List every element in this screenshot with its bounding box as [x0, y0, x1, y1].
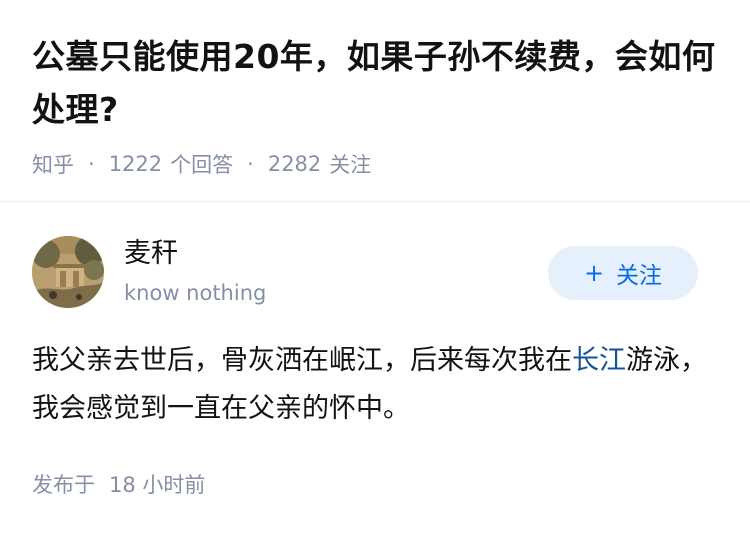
- question-meta: 知乎 · 1222 个回答 · 2282 关注: [32, 148, 722, 180]
- follow-button-label: 关注: [616, 263, 663, 289]
- answer-time: 发布于 18 小时前: [32, 469, 205, 501]
- answer-author: 麦秆 know nothing + 关注: [32, 236, 698, 312]
- author-name[interactable]: 麦秆: [124, 236, 178, 272]
- source-link[interactable]: 知乎: [32, 149, 74, 179]
- meta-separator: ·: [88, 152, 95, 176]
- plus-icon: +: [583, 259, 605, 287]
- landscape-painting-avatar-icon: [32, 236, 104, 308]
- section-divider: [0, 201, 750, 202]
- published-time: 18 小时前: [109, 473, 206, 497]
- answer-text-before-link: 我父亲去世后，骨灰洒在岷江，后来每次我在: [32, 345, 572, 376]
- meta-separator: ·: [247, 152, 254, 176]
- published-label: 发布于: [32, 473, 95, 497]
- answer-count: 1222: [108, 152, 163, 176]
- follower-count-label: 关注: [329, 153, 372, 177]
- question-title[interactable]: 公墓只能使用20年，如果子孙不续费，会如何处理?: [32, 30, 722, 136]
- answer-content: 我父亲去世后，骨灰洒在岷江，后来每次我在长江游泳，我会感觉到一直在父亲的怀中。: [32, 337, 718, 433]
- follower-count: 2282: [267, 152, 322, 176]
- author-bio: know nothing: [124, 281, 267, 305]
- avatar[interactable]: [32, 236, 104, 308]
- answer-link-changjiang[interactable]: 长江: [572, 345, 626, 376]
- follow-button[interactable]: + 关注: [548, 246, 698, 300]
- answer-count-label: 个回答: [170, 153, 234, 177]
- question-header: 公墓只能使用20年，如果子孙不续费，会如何处理? 知乎 · 1222 个回答 ·…: [32, 30, 722, 180]
